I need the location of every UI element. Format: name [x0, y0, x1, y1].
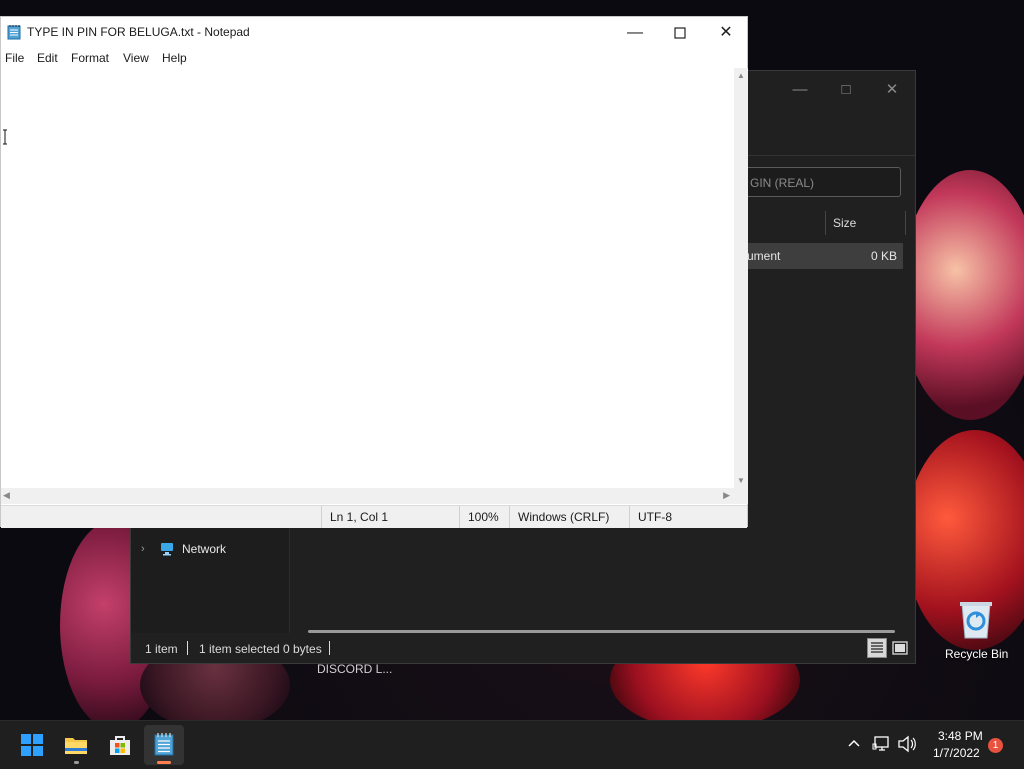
file-explorer-taskbar-button[interactable]: [56, 725, 96, 765]
menu-help[interactable]: Help: [162, 51, 187, 65]
recycle-bin-icon: [956, 598, 996, 640]
close-button[interactable]: ✕: [869, 77, 915, 103]
menu-edit[interactable]: Edit: [37, 51, 58, 65]
menu-bar: File Edit Format View Help: [1, 48, 747, 68]
running-indicator: [74, 761, 79, 764]
clock-date[interactable]: 1/7/2022: [933, 746, 980, 760]
active-indicator: [157, 761, 171, 764]
network-icon: [159, 542, 177, 556]
status-separator: [329, 641, 330, 655]
minimize-button[interactable]: —: [612, 17, 658, 48]
network-status-icon[interactable]: [872, 735, 892, 753]
maximize-button[interactable]: □: [823, 77, 869, 103]
notepad-taskbar-button[interactable]: [144, 725, 184, 765]
text-cursor-icon: [2, 129, 8, 145]
column-divider[interactable]: [905, 211, 906, 235]
chevron-up-icon[interactable]: [846, 735, 862, 751]
windows-logo-icon: [21, 734, 43, 756]
store-icon: [110, 736, 130, 755]
wallpaper-shape: [900, 170, 1024, 420]
maximize-button[interactable]: [657, 17, 703, 48]
menu-format[interactable]: Format: [71, 51, 109, 65]
explorer-statusbar: 1 item 1 item selected 0 bytes: [131, 633, 915, 663]
volume-icon[interactable]: [897, 735, 917, 753]
folder-icon: [65, 738, 87, 754]
nav-item-label: Network: [182, 542, 227, 556]
file-row[interactable]: cument 0 KB: [741, 243, 903, 269]
large-icons-view-icon[interactable]: [891, 639, 909, 657]
recycle-bin[interactable]: Recycle Bin: [944, 596, 1008, 662]
selected-size: 0 bytes: [283, 642, 322, 656]
menu-file[interactable]: File: [5, 51, 24, 65]
item-count: 1 item: [145, 642, 178, 656]
window-title: TYPE IN PIN FOR BELUGA.txt - Notepad: [27, 25, 250, 39]
store-taskbar-button[interactable]: [100, 725, 140, 765]
minimize-button[interactable]: —: [777, 77, 823, 103]
taskbar: 3:48 PM 1/7/2022 1: [0, 720, 1024, 769]
chevron-right-icon[interactable]: ›: [141, 543, 145, 555]
desktop-icon-label[interactable]: DISCORD L...: [317, 662, 392, 676]
line-ending: Windows (CRLF): [509, 506, 629, 528]
scroll-down-icon[interactable]: ▼: [737, 476, 745, 485]
notepad-titlebar[interactable]: TYPE IN PIN FOR BELUGA.txt - Notepad — ✕: [1, 17, 747, 48]
column-divider[interactable]: [825, 211, 826, 235]
vertical-scrollbar[interactable]: ▲ ▼: [734, 68, 748, 488]
notepad-icon: [7, 24, 21, 40]
menu-view[interactable]: View: [123, 51, 149, 65]
start-button[interactable]: [12, 725, 52, 765]
notepad-icon: [154, 733, 174, 756]
text-editor-area[interactable]: [1, 68, 734, 488]
navigation-pane: › Network: [131, 526, 290, 638]
column-header-size[interactable]: Size: [751, 211, 907, 237]
cursor-position: Ln 1, Col 1: [321, 506, 459, 528]
selected-count: 1 item selected: [199, 642, 280, 656]
scroll-right-icon[interactable]: ▶: [723, 490, 730, 501]
zoom-level: 100%: [459, 506, 509, 528]
notepad-statusbar: Ln 1, Col 1 100% Windows (CRLF) UTF-8: [1, 505, 747, 528]
horizontal-scrollbar[interactable]: ◀ ▶: [1, 488, 734, 504]
nav-item-network[interactable]: › Network: [141, 540, 281, 562]
scroll-left-icon[interactable]: ◀: [3, 490, 10, 501]
clock-time[interactable]: 3:48 PM: [938, 729, 983, 743]
details-view-icon[interactable]: [867, 638, 887, 658]
column-size-label: Size: [833, 216, 857, 230]
close-button[interactable]: ✕: [703, 17, 749, 48]
status-separator: [187, 641, 188, 655]
search-input[interactable]: GIN (REAL): [741, 167, 901, 197]
file-size: 0 KB: [870, 249, 897, 263]
notification-badge[interactable]: 1: [988, 738, 1003, 753]
encoding: UTF-8: [629, 506, 747, 528]
scroll-up-icon[interactable]: ▲: [737, 71, 745, 80]
scrollbar-corner: [734, 488, 748, 504]
recycle-bin-label: Recycle Bin: [945, 647, 1009, 661]
notepad-window[interactable]: TYPE IN PIN FOR BELUGA.txt - Notepad — ✕…: [0, 16, 748, 528]
